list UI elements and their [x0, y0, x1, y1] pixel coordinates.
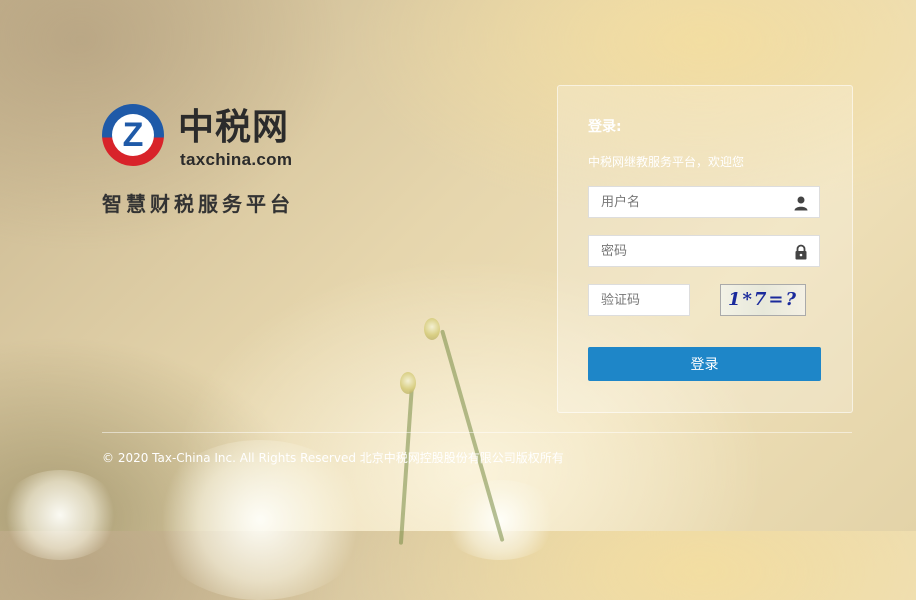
login-welcome: 中税网继教服务平台，欢迎您 — [588, 155, 745, 169]
username-field — [588, 186, 820, 218]
footer-divider — [102, 432, 852, 433]
login-button[interactable]: 登录 — [588, 347, 821, 381]
login-title: 登录: — [588, 119, 622, 135]
username-input[interactable] — [589, 187, 791, 217]
logo: Z — [102, 104, 164, 166]
logo-letter: Z — [112, 114, 154, 156]
password-field — [588, 235, 820, 267]
footer-copyright: © 2020 Tax-China Inc. All Rights Reserve… — [102, 451, 564, 465]
brand-domain: taxchina.com — [180, 150, 293, 169]
lock-icon — [795, 244, 807, 260]
captcha-input[interactable] — [589, 285, 689, 315]
captcha-image[interactable]: 1*7=? — [720, 284, 806, 316]
user-icon — [794, 196, 808, 211]
password-input[interactable] — [589, 236, 791, 266]
login-panel: 登录: 中税网继教服务平台，欢迎您 1*7=? 登录 — [557, 85, 853, 413]
captcha-field — [588, 284, 690, 316]
brand-slogan: 智慧财税服务平台 — [102, 192, 294, 216]
brand-name: 中税网 — [178, 107, 290, 148]
